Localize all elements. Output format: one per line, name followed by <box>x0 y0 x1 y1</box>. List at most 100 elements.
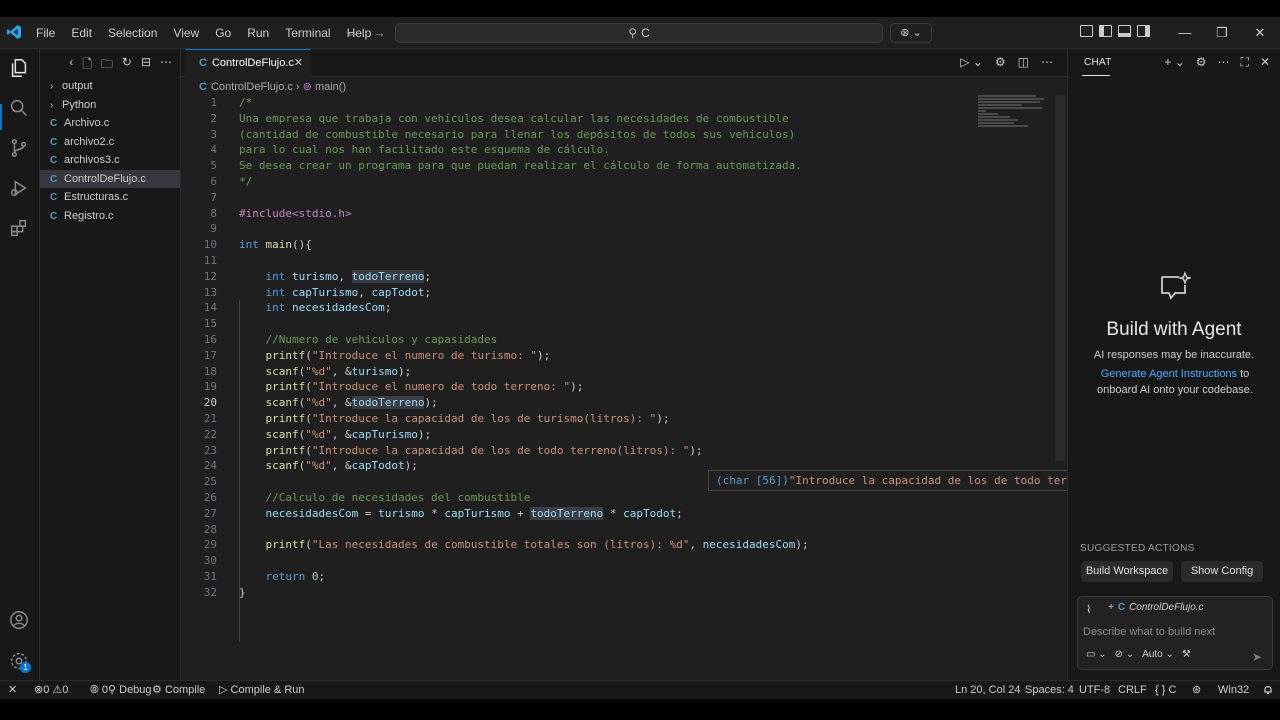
chat-input-placeholder[interactable]: Describe what to build next <box>1083 626 1215 638</box>
minimap[interactable] <box>978 95 1054 135</box>
debug-button[interactable]: ⚲ Debug <box>108 681 152 699</box>
accounts-icon[interactable] <box>8 609 30 631</box>
tab-controldeflujo[interactable]: C ControlDeFlujo.c ✕ <box>185 49 311 77</box>
gear-icon[interactable]: ⚙ <box>995 55 1006 69</box>
tree-file-archivo[interactable]: C Archivo.c <box>40 114 180 133</box>
agent-mode-icon[interactable]: ▭ ⌄ <box>1086 649 1107 660</box>
attach-icon[interactable]: ⌇ <box>1086 603 1091 616</box>
tree-file-controldeflujo[interactable]: C ControlDeFlujo.c <box>40 169 180 188</box>
code-line[interactable]: 20 scanf("%d", &todoTerreno); <box>181 395 981 411</box>
split-editor-icon[interactable]: ◫ <box>1018 55 1029 69</box>
remote-icon[interactable]: ✕ <box>8 681 17 699</box>
code-line[interactable]: 32} <box>181 585 981 601</box>
restore-button[interactable]: ❐ <box>1202 17 1242 49</box>
more-actions-icon[interactable]: ⋯ <box>1218 55 1230 70</box>
menu-run[interactable]: Run <box>239 17 277 49</box>
code-line[interactable]: 30 <box>181 553 981 569</box>
indentation[interactable]: Spaces: 4 <box>1025 681 1074 699</box>
code-line[interactable]: 13 int capTurismo, capTodot; <box>181 285 981 301</box>
notifications-bell-icon[interactable] <box>1263 685 1273 695</box>
code-line[interactable]: 7 <box>181 190 981 206</box>
code-line[interactable]: 1 /* <box>181 95 981 111</box>
tree-file-estructuras[interactable]: C Estructuras.c <box>40 188 180 207</box>
show-config-button[interactable]: Show Config <box>1181 561 1263 582</box>
copilot-status-icon[interactable]: ⊛ <box>1192 681 1201 699</box>
tree-file-archivos3[interactable]: Carchivos3.c <box>40 151 180 170</box>
menu-file[interactable]: File <box>28 17 63 49</box>
chat-input-box[interactable]: ⌇ + C ControlDeFlujo.c Describe what to bu… <box>1077 596 1273 670</box>
code-line[interactable]: 27 necesidadesCom = turismo * capTurismo… <box>181 506 981 522</box>
ports-indicator[interactable]: ⦾ 0 <box>90 681 108 699</box>
vertical-scrollbar[interactable] <box>1055 95 1065 461</box>
code-line[interactable]: 15 <box>181 316 981 332</box>
line-ending[interactable]: CRLF <box>1118 681 1147 699</box>
compile-button[interactable]: ⚙ Compile <box>152 681 205 699</box>
code-line[interactable]: 3 (cantidad de combustible necesario para… <box>181 127 981 143</box>
code-line[interactable]: 26 //Calculo de necesidades del combusti… <box>181 490 981 506</box>
platform[interactable]: Win32 <box>1218 681 1249 699</box>
tree-folder-python[interactable]: › Python <box>40 96 180 115</box>
code-line[interactable]: 10 int main(){ <box>181 237 981 253</box>
code-line[interactable]: 29 printf("Las necesidades de combustibl… <box>181 537 981 553</box>
code-line[interactable]: 2 Una empresa que trabaja con vehículos d… <box>181 111 981 127</box>
more-actions-icon[interactable]: ⋯ <box>160 55 172 76</box>
menu-selection[interactable]: Selection <box>100 17 165 49</box>
encoding[interactable]: UTF-8 <box>1079 681 1110 699</box>
code-line[interactable]: 5 Se desea crear un programa para que pue… <box>181 158 981 174</box>
breadcrumb-symbol[interactable]: main() <box>315 81 346 93</box>
menu-terminal[interactable]: Terminal <box>277 17 338 49</box>
breadcrumb-file[interactable]: ControlDeFlujo.c <box>211 81 293 93</box>
code-line[interactable]: 11 <box>181 253 981 269</box>
configure-tools-icon[interactable]: ⚒ <box>1182 649 1191 660</box>
toggle-panel-icon[interactable] <box>1118 25 1131 37</box>
collapse-chevron-icon[interactable]: ‹ <box>69 55 73 76</box>
send-icon[interactable]: ➤ <box>1252 650 1262 664</box>
code-line[interactable]: 23 printf("Introduce la capacidad de los… <box>181 443 981 459</box>
code-line[interactable]: 16 //Numero de vehiculos y capasidades <box>181 332 981 348</box>
menu-view[interactable]: View <box>165 17 207 49</box>
code-line[interactable]: 17 printf("Introduce el numero de turism… <box>181 348 981 364</box>
menu-go[interactable]: Go <box>207 17 239 49</box>
customize-layout-icon[interactable] <box>1080 25 1093 37</box>
language-mode[interactable]: { } C <box>1155 681 1176 699</box>
run-debug-icon[interactable] <box>8 177 30 199</box>
back-arrow-icon[interactable]: ← <box>346 25 359 40</box>
code-line[interactable]: 31 return 0; <box>181 569 981 585</box>
explorer-icon[interactable] <box>8 57 30 79</box>
source-control-icon[interactable] <box>8 137 30 159</box>
search-icon[interactable] <box>8 97 30 119</box>
refresh-icon[interactable]: ↻ <box>122 55 132 76</box>
menu-edit[interactable]: Edit <box>63 17 100 49</box>
build-workspace-button[interactable]: Build Workspace <box>1081 561 1173 582</box>
minimize-button[interactable]: — <box>1165 17 1205 49</box>
code-line[interactable]: 28 <box>181 522 981 538</box>
copilot-button[interactable]: ⊛ ⌄ <box>890 23 932 43</box>
generate-instructions-link[interactable]: Generate Agent Instructions <box>1101 368 1237 380</box>
forward-arrow-icon[interactable]: → <box>373 25 386 40</box>
gear-icon[interactable]: ⚙ <box>1196 55 1207 70</box>
code-line[interactable]: 21 printf("Introduce la capacidad de los… <box>181 411 981 427</box>
code-line[interactable]: 6 */ <box>181 174 981 190</box>
run-file-icon[interactable]: ▷ ⌄ <box>960 55 983 69</box>
context-file-chip[interactable]: + C ControlDeFlujo.c <box>1108 602 1204 613</box>
code-line[interactable]: 14 int necesidadesCom; <box>181 300 981 316</box>
maximize-icon[interactable]: ⛶ <box>1241 55 1249 70</box>
toggle-secondary-sidebar-icon[interactable] <box>1137 25 1150 37</box>
close-tab-icon[interactable]: ✕ <box>294 50 303 76</box>
new-folder-icon[interactable]: 🗀 <box>101 55 113 76</box>
new-chat-icon[interactable]: + ⌄ <box>1164 55 1184 70</box>
tree-folder-output[interactable]: › output <box>40 77 180 96</box>
more-actions-icon[interactable]: ⋯ <box>1041 55 1053 69</box>
tree-file-archivo2[interactable]: Carchivo2.c <box>40 133 180 152</box>
collapse-all-icon[interactable]: ⊟ <box>141 55 151 76</box>
code-line[interactable]: 18 scanf("%d", &turismo); <box>181 364 981 380</box>
chat-header[interactable]: CHAT <box>1084 57 1112 68</box>
tools-icon[interactable]: ⊘ ⌄ <box>1115 649 1135 660</box>
tree-file-registro[interactable]: C Registro.c <box>40 207 180 226</box>
code-line[interactable]: 22 scanf("%d", &capTurismo); <box>181 427 981 443</box>
code-line[interactable]: 9 <box>181 221 981 237</box>
compile-run-button[interactable]: ▷ Compile & Run <box>219 681 305 699</box>
code-editor[interactable]: 1 /* 2 Una empresa que trabaja con vehículo… <box>181 95 981 642</box>
model-picker[interactable]: Auto ⌄ <box>1142 649 1174 660</box>
code-line[interactable]: 8 #include<stdio.h> <box>181 206 981 222</box>
